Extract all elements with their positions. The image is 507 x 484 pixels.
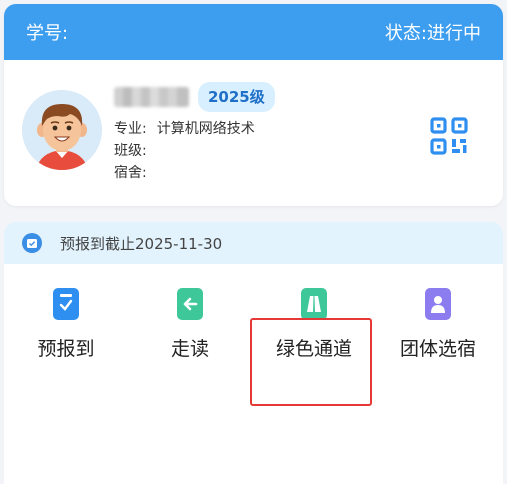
- dorm-label: 宿舍:: [114, 165, 147, 181]
- service-label: 团体选宿: [399, 338, 476, 360]
- status: 状态: 进行中: [385, 19, 481, 45]
- deadline-text: 预报到截止2025-11-30: [60, 234, 223, 253]
- card-body: 2025级 专业: 计算机网络技术 班级: 宿舍:: [4, 60, 503, 206]
- service-label: 走读: [170, 338, 209, 360]
- service-pre-register[interactable]: 预报到: [4, 264, 128, 374]
- calendar-check-icon: [22, 233, 42, 253]
- service-group-dorm[interactable]: 团体选宿: [376, 264, 500, 374]
- major-row: 专业: 计算机网络技术: [114, 118, 255, 140]
- avatar: [22, 90, 102, 170]
- profile-info: 专业: 计算机网络技术 班级: 宿舍:: [114, 118, 255, 184]
- student-card: 学号: 状态: 进行中 2025级 专业: 计算机网络技术 班级: 宿舍:: [4, 4, 503, 206]
- service-label: 绿色通道: [275, 338, 352, 360]
- arrow-left-icon: [177, 288, 203, 320]
- boy-avatar-icon: [22, 90, 102, 170]
- dorm-row: 宿舍:: [114, 162, 255, 184]
- major-value: 计算机网络技术: [156, 121, 255, 137]
- qr-code-icon[interactable]: [430, 117, 468, 155]
- card-header: 学号: 状态: 进行中: [4, 4, 503, 60]
- student-id-label: 学号:: [26, 23, 69, 44]
- person-icon: [425, 288, 451, 320]
- service-grid: 预报到 走读 绿色通道 团体选宿: [4, 264, 503, 484]
- student-name-redacted: [114, 87, 189, 107]
- grade-badge: 2025级: [198, 82, 275, 112]
- class-label: 班级:: [114, 143, 147, 159]
- class-row: 班级:: [114, 140, 255, 162]
- service-green-channel[interactable]: 绿色通道: [252, 264, 376, 374]
- road-icon: [301, 288, 327, 320]
- status-label: 状态:: [384, 23, 427, 44]
- service-label: 预报到: [37, 338, 95, 360]
- checklist-icon: [53, 288, 79, 320]
- services-panel: 预报到截止2025-11-30 预报到 走读 绿色通道 团体选宿: [4, 222, 503, 484]
- service-day-student[interactable]: 走读: [128, 264, 252, 374]
- major-label: 专业:: [114, 121, 147, 137]
- status-value: 进行中: [427, 23, 481, 44]
- deadline-banner: 预报到截止2025-11-30: [4, 222, 503, 264]
